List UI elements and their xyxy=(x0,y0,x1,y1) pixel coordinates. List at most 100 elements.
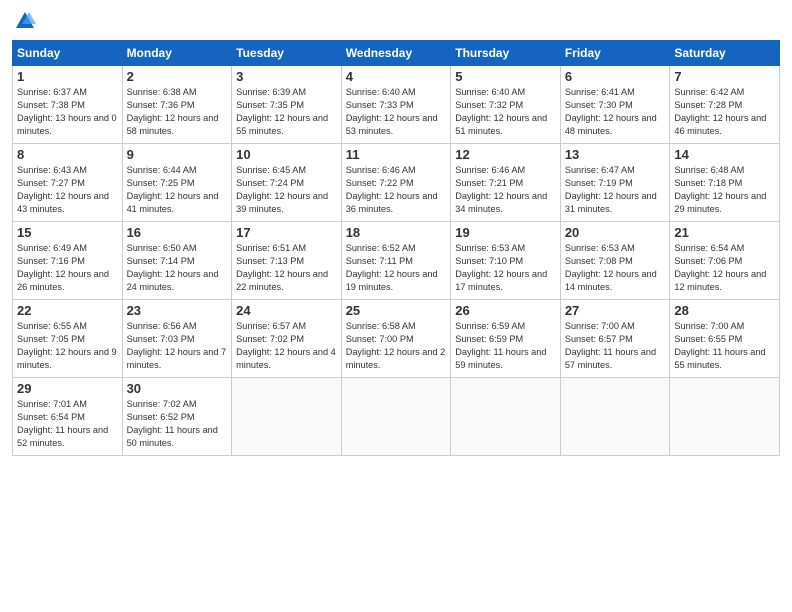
day-number: 22 xyxy=(17,303,118,318)
calendar-day-cell: 4 Sunrise: 6:40 AMSunset: 7:33 PMDaylight… xyxy=(341,66,451,144)
calendar-week-row: 15 Sunrise: 6:49 AMSunset: 7:16 PMDayligh… xyxy=(13,222,780,300)
day-number: 9 xyxy=(127,147,228,162)
calendar-day-cell: 11 Sunrise: 6:46 AMSunset: 7:22 PMDayligh… xyxy=(341,144,451,222)
calendar-day-cell xyxy=(232,378,342,456)
day-info: Sunrise: 6:55 AMSunset: 7:05 PMDaylight:… xyxy=(17,320,118,372)
calendar-day-cell: 29 Sunrise: 7:01 AMSunset: 6:54 PMDayligh… xyxy=(13,378,123,456)
day-header: Wednesday xyxy=(341,41,451,66)
day-info: Sunrise: 7:01 AMSunset: 6:54 PMDaylight:… xyxy=(17,398,118,450)
day-number: 13 xyxy=(565,147,666,162)
day-info: Sunrise: 6:45 AMSunset: 7:24 PMDaylight:… xyxy=(236,164,337,216)
day-number: 19 xyxy=(455,225,556,240)
day-info: Sunrise: 6:41 AMSunset: 7:30 PMDaylight:… xyxy=(565,86,666,138)
day-number: 29 xyxy=(17,381,118,396)
calendar-day-cell: 2 Sunrise: 6:38 AMSunset: 7:36 PMDaylight… xyxy=(122,66,232,144)
day-header: Monday xyxy=(122,41,232,66)
day-number: 8 xyxy=(17,147,118,162)
calendar-day-cell: 13 Sunrise: 6:47 AMSunset: 7:19 PMDayligh… xyxy=(560,144,670,222)
day-number: 10 xyxy=(236,147,337,162)
calendar-week-row: 22 Sunrise: 6:55 AMSunset: 7:05 PMDayligh… xyxy=(13,300,780,378)
day-info: Sunrise: 6:44 AMSunset: 7:25 PMDaylight:… xyxy=(127,164,228,216)
day-number: 6 xyxy=(565,69,666,84)
calendar-day-cell: 3 Sunrise: 6:39 AMSunset: 7:35 PMDaylight… xyxy=(232,66,342,144)
calendar-day-cell: 25 Sunrise: 6:58 AMSunset: 7:00 PMDayligh… xyxy=(341,300,451,378)
calendar-body: 1Sunrise: 6:37 AMSunset: 7:38 PMDaylight… xyxy=(13,66,780,456)
calendar-day-cell: 19 Sunrise: 6:53 AMSunset: 7:10 PMDayligh… xyxy=(451,222,561,300)
day-info: Sunrise: 6:49 AMSunset: 7:16 PMDaylight:… xyxy=(17,242,118,294)
day-number: 7 xyxy=(674,69,775,84)
day-number: 2 xyxy=(127,69,228,84)
day-number: 3 xyxy=(236,69,337,84)
day-number: 23 xyxy=(127,303,228,318)
day-number: 17 xyxy=(236,225,337,240)
day-info: Sunrise: 6:57 AMSunset: 7:02 PMDaylight:… xyxy=(236,320,337,372)
day-number: 20 xyxy=(565,225,666,240)
day-info: Sunrise: 6:42 AMSunset: 7:28 PMDaylight:… xyxy=(674,86,775,138)
day-info: Sunrise: 6:38 AMSunset: 7:36 PMDaylight:… xyxy=(127,86,228,138)
calendar-day-cell: 20Sunrise: 6:53 AMSunset: 7:08 PMDayligh… xyxy=(560,222,670,300)
calendar-container: SundayMondayTuesdayWednesdayThursdayFrid… xyxy=(0,0,792,466)
day-header: Friday xyxy=(560,41,670,66)
calendar-day-cell: 23Sunrise: 6:56 AMSunset: 7:03 PMDayligh… xyxy=(122,300,232,378)
calendar-table: SundayMondayTuesdayWednesdayThursdayFrid… xyxy=(12,40,780,456)
calendar-day-cell: 18 Sunrise: 6:52 AMSunset: 7:11 PMDayligh… xyxy=(341,222,451,300)
calendar-day-cell xyxy=(560,378,670,456)
day-number: 30 xyxy=(127,381,228,396)
day-header: Tuesday xyxy=(232,41,342,66)
day-info: Sunrise: 6:58 AMSunset: 7:00 PMDaylight:… xyxy=(346,320,447,372)
calendar-day-cell: 5 Sunrise: 6:40 AMSunset: 7:32 PMDaylight… xyxy=(451,66,561,144)
day-header: Saturday xyxy=(670,41,780,66)
day-number: 21 xyxy=(674,225,775,240)
calendar-day-cell: 1Sunrise: 6:37 AMSunset: 7:38 PMDaylight… xyxy=(13,66,123,144)
day-info: Sunrise: 6:40 AMSunset: 7:32 PMDaylight:… xyxy=(455,86,556,138)
day-info: Sunrise: 7:02 AMSunset: 6:52 PMDaylight:… xyxy=(127,398,228,450)
day-info: Sunrise: 6:54 AMSunset: 7:06 PMDaylight:… xyxy=(674,242,775,294)
calendar-day-cell: 9 Sunrise: 6:44 AMSunset: 7:25 PMDaylight… xyxy=(122,144,232,222)
day-number: 12 xyxy=(455,147,556,162)
day-number: 25 xyxy=(346,303,447,318)
calendar-day-cell: 12 Sunrise: 6:46 AMSunset: 7:21 PMDayligh… xyxy=(451,144,561,222)
day-header: Thursday xyxy=(451,41,561,66)
logo-icon xyxy=(14,10,36,32)
day-number: 18 xyxy=(346,225,447,240)
calendar-day-cell: 6 Sunrise: 6:41 AMSunset: 7:30 PMDaylight… xyxy=(560,66,670,144)
calendar-day-cell: 14Sunrise: 6:48 AMSunset: 7:18 PMDayligh… xyxy=(670,144,780,222)
calendar-day-cell: 17 Sunrise: 6:51 AMSunset: 7:13 PMDayligh… xyxy=(232,222,342,300)
calendar-day-cell: 8 Sunrise: 6:43 AMSunset: 7:27 PMDaylight… xyxy=(13,144,123,222)
day-number: 28 xyxy=(674,303,775,318)
day-info: Sunrise: 6:43 AMSunset: 7:27 PMDaylight:… xyxy=(17,164,118,216)
day-info: Sunrise: 6:39 AMSunset: 7:35 PMDaylight:… xyxy=(236,86,337,138)
calendar-day-cell: 28Sunrise: 7:00 AMSunset: 6:55 PMDayligh… xyxy=(670,300,780,378)
day-info: Sunrise: 6:50 AMSunset: 7:14 PMDaylight:… xyxy=(127,242,228,294)
day-number: 26 xyxy=(455,303,556,318)
calendar-day-cell: 7 Sunrise: 6:42 AMSunset: 7:28 PMDaylight… xyxy=(670,66,780,144)
day-number: 16 xyxy=(127,225,228,240)
logo xyxy=(12,10,36,32)
calendar-week-row: 8 Sunrise: 6:43 AMSunset: 7:27 PMDaylight… xyxy=(13,144,780,222)
day-number: 4 xyxy=(346,69,447,84)
day-info: Sunrise: 6:47 AMSunset: 7:19 PMDaylight:… xyxy=(565,164,666,216)
calendar-day-cell: 21 Sunrise: 6:54 AMSunset: 7:06 PMDayligh… xyxy=(670,222,780,300)
calendar-day-cell xyxy=(341,378,451,456)
calendar-day-cell: 15 Sunrise: 6:49 AMSunset: 7:16 PMDayligh… xyxy=(13,222,123,300)
calendar-day-cell: 16 Sunrise: 6:50 AMSunset: 7:14 PMDayligh… xyxy=(122,222,232,300)
day-info: Sunrise: 6:59 AMSunset: 6:59 PMDaylight:… xyxy=(455,320,556,372)
day-number: 1 xyxy=(17,69,118,84)
day-info: Sunrise: 6:40 AMSunset: 7:33 PMDaylight:… xyxy=(346,86,447,138)
day-info: Sunrise: 7:00 AMSunset: 6:57 PMDaylight:… xyxy=(565,320,666,372)
calendar-day-cell: 26 Sunrise: 6:59 AMSunset: 6:59 PMDayligh… xyxy=(451,300,561,378)
calendar-day-cell: 30 Sunrise: 7:02 AMSunset: 6:52 PMDayligh… xyxy=(122,378,232,456)
calendar-day-cell: 10 Sunrise: 6:45 AMSunset: 7:24 PMDayligh… xyxy=(232,144,342,222)
day-info: Sunrise: 6:53 AMSunset: 7:10 PMDaylight:… xyxy=(455,242,556,294)
day-info: Sunrise: 6:46 AMSunset: 7:22 PMDaylight:… xyxy=(346,164,447,216)
day-number: 5 xyxy=(455,69,556,84)
day-number: 27 xyxy=(565,303,666,318)
day-number: 15 xyxy=(17,225,118,240)
day-number: 11 xyxy=(346,147,447,162)
calendar-day-cell xyxy=(670,378,780,456)
calendar-week-row: 1Sunrise: 6:37 AMSunset: 7:38 PMDaylight… xyxy=(13,66,780,144)
day-info: Sunrise: 6:48 AMSunset: 7:18 PMDaylight:… xyxy=(674,164,775,216)
day-info: Sunrise: 6:51 AMSunset: 7:13 PMDaylight:… xyxy=(236,242,337,294)
day-info: Sunrise: 6:46 AMSunset: 7:21 PMDaylight:… xyxy=(455,164,556,216)
day-info: Sunrise: 6:52 AMSunset: 7:11 PMDaylight:… xyxy=(346,242,447,294)
